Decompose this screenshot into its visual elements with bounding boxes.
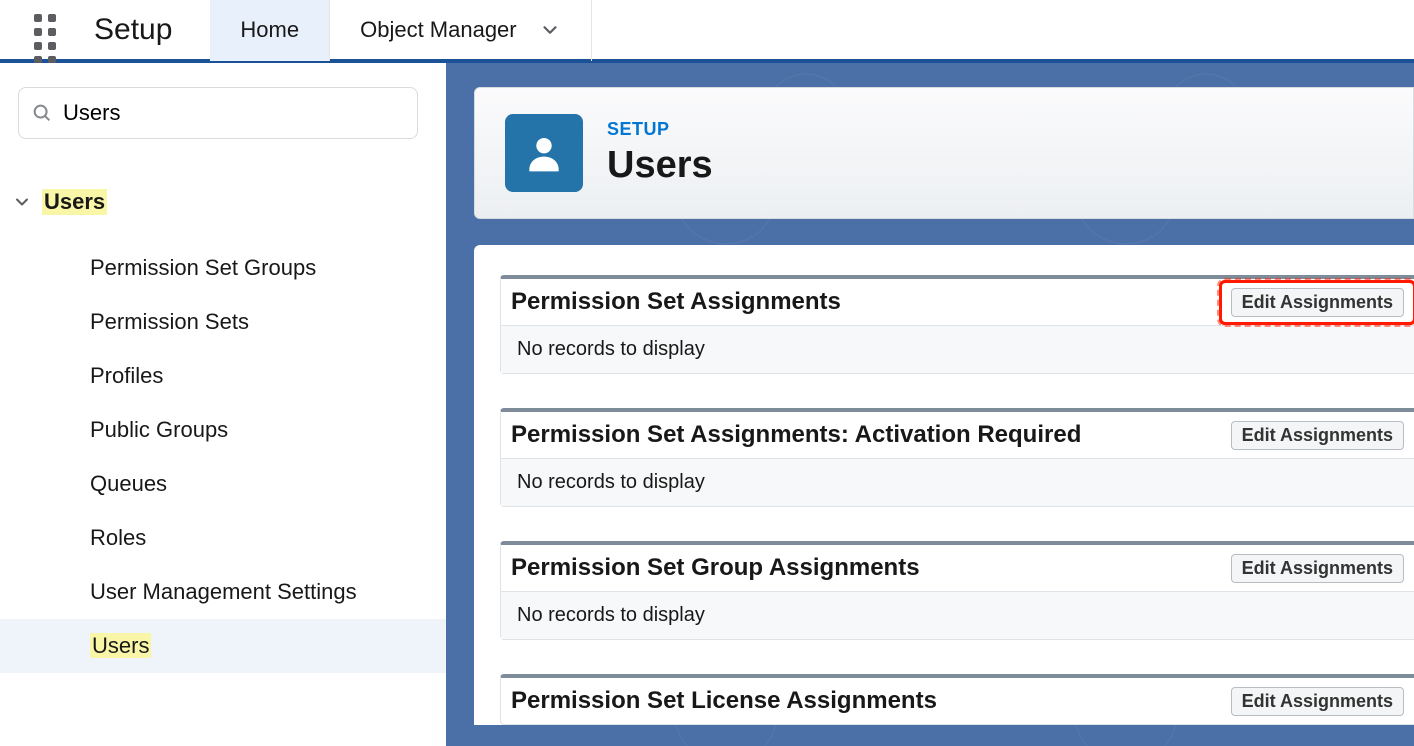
tab-home[interactable]: Home	[210, 0, 330, 61]
panel-body: No records to display	[501, 325, 1414, 373]
tab-label: Home	[240, 17, 299, 43]
panel-title: Permission Set License Assignments	[511, 687, 1231, 715]
panel: Permission Set AssignmentsEdit Assignmen…	[500, 275, 1414, 374]
sidebar-item-label: Profiles	[90, 363, 163, 388]
search-icon	[31, 102, 53, 124]
sidebar-item-users[interactable]: Users	[0, 619, 446, 673]
chevron-down-icon	[539, 19, 561, 41]
page-header: SETUP Users	[474, 87, 1414, 219]
search-input[interactable]	[63, 100, 405, 126]
panel-header: Permission Set Group AssignmentsEdit Ass…	[501, 545, 1414, 591]
sidebar: Users Permission Set Groups Permission Se…	[0, 63, 446, 746]
sidebar-item-permission-sets[interactable]: Permission Sets	[0, 295, 446, 349]
user-icon	[505, 114, 583, 192]
page-title: Users	[607, 144, 713, 187]
sidebar-item-label: Queues	[90, 471, 167, 496]
page-eyebrow: SETUP	[607, 119, 713, 140]
edit-assignments-button[interactable]: Edit Assignments	[1231, 421, 1404, 450]
sidebar-item-queues[interactable]: Queues	[0, 457, 446, 511]
panel-title: Permission Set Group Assignments	[511, 554, 1231, 582]
panel: Permission Set License AssignmentsEdit A…	[500, 674, 1414, 725]
sidebar-item-label: User Management Settings	[90, 579, 357, 604]
panel-title: Permission Set Assignments: Activation R…	[511, 421, 1231, 449]
panel-header: Permission Set AssignmentsEdit Assignmen…	[501, 279, 1414, 325]
search-wrap[interactable]	[18, 87, 418, 139]
edit-assignments-button[interactable]: Edit Assignments	[1231, 554, 1404, 583]
panel-header: Permission Set Assignments: Activation R…	[501, 412, 1414, 458]
sidebar-item-label: Public Groups	[90, 417, 228, 442]
edit-assignments-button[interactable]: Edit Assignments	[1231, 687, 1404, 716]
content-area: SETUP Users Permission Set AssignmentsEd…	[446, 63, 1414, 746]
tree-parent-label: Users	[42, 189, 107, 215]
panel-header: Permission Set License AssignmentsEdit A…	[501, 678, 1414, 724]
tab-object-manager[interactable]: Object Manager	[330, 0, 592, 61]
tree-parent-users[interactable]: Users	[0, 183, 446, 221]
topbar: Setup Home Object Manager	[0, 0, 1414, 63]
panel-title: Permission Set Assignments	[511, 288, 1231, 316]
app-title: Setup	[94, 13, 172, 47]
sidebar-item-public-groups[interactable]: Public Groups	[0, 403, 446, 457]
edit-assignments-button[interactable]: Edit Assignments	[1231, 288, 1404, 317]
panel: Permission Set Group AssignmentsEdit Ass…	[500, 541, 1414, 640]
sidebar-item-label: Permission Sets	[90, 309, 249, 334]
sidebar-item-roles[interactable]: Roles	[0, 511, 446, 565]
sidebar-item-label: Permission Set Groups	[90, 255, 316, 280]
nav-tree: Users Permission Set Groups Permission Se…	[0, 183, 446, 673]
tab-label: Object Manager	[360, 17, 517, 43]
chevron-down-icon	[12, 192, 32, 212]
sidebar-item-label: Users	[90, 633, 151, 658]
panel: Permission Set Assignments: Activation R…	[500, 408, 1414, 507]
sidebar-item-profiles[interactable]: Profiles	[0, 349, 446, 403]
panel-body: No records to display	[501, 458, 1414, 506]
sidebar-item-permission-set-groups[interactable]: Permission Set Groups	[0, 241, 446, 295]
sidebar-item-label: Roles	[90, 525, 146, 550]
panel-body: No records to display	[501, 591, 1414, 639]
sidebar-item-user-management-settings[interactable]: User Management Settings	[0, 565, 446, 619]
app-launcher-icon[interactable]	[30, 10, 70, 50]
